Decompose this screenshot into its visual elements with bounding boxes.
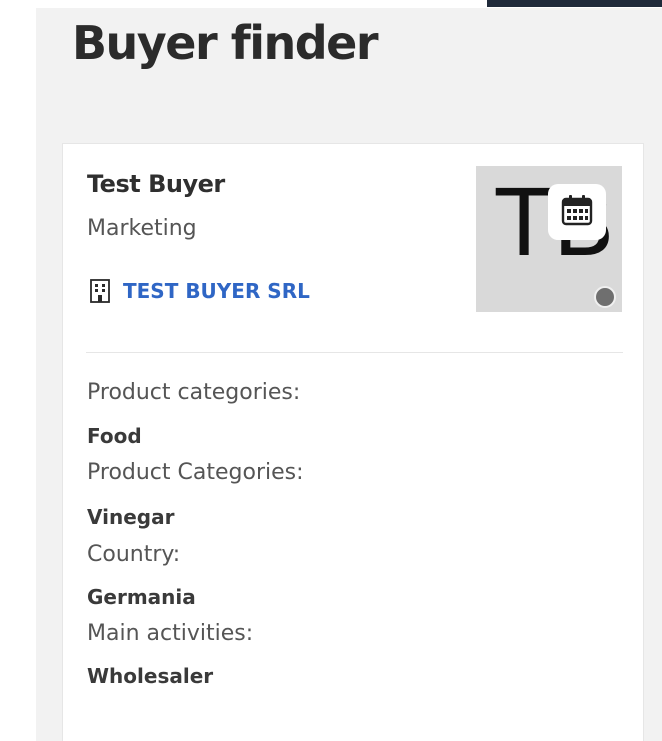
card-divider bbox=[86, 352, 623, 353]
status-indicator bbox=[594, 286, 616, 308]
schedule-meeting-button[interactable] bbox=[548, 184, 606, 240]
main-activities-value: Wholesaler bbox=[87, 664, 214, 688]
main-activities-label: Main activities: bbox=[87, 621, 254, 646]
building-icon bbox=[87, 278, 113, 304]
page-title: Buyer finder bbox=[72, 16, 379, 70]
product-subcategories-label: Product Categories: bbox=[87, 460, 304, 485]
product-categories-label: Product categories: bbox=[87, 380, 301, 405]
company-link[interactable]: TEST BUYER SRL bbox=[87, 278, 310, 304]
buyer-role: Marketing bbox=[87, 216, 197, 241]
product-categories-value: Food bbox=[87, 424, 142, 448]
country-label: Country: bbox=[87, 542, 181, 567]
buyer-name[interactable]: Test Buyer bbox=[87, 170, 225, 198]
company-name[interactable]: TEST BUYER SRL bbox=[123, 279, 310, 303]
country-value: Germania bbox=[87, 585, 196, 609]
product-subcategories-value: Vinegar bbox=[87, 505, 175, 529]
calendar-icon bbox=[559, 192, 595, 232]
top-bar bbox=[487, 0, 662, 7]
